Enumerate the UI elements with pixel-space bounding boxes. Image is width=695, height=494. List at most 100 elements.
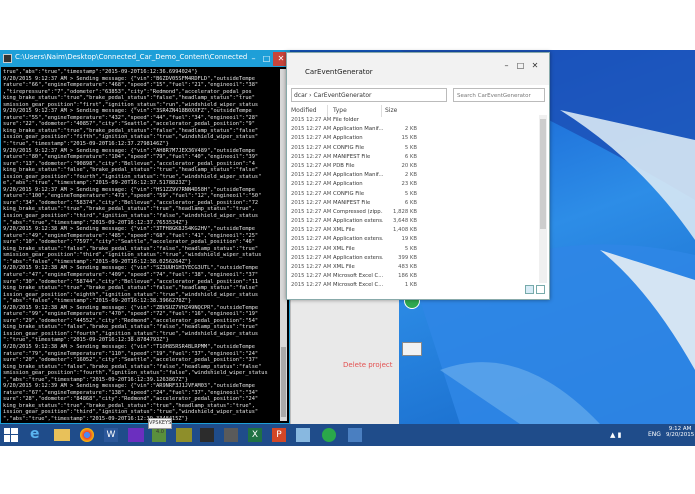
search-input[interactable]: Search CarEventGenerator — [453, 88, 545, 102]
console-scroll-thumb[interactable] — [281, 347, 286, 417]
console-output: true","abs":"true","timestamp":"2015-09-… — [3, 69, 279, 423]
explorer-minimize-icon[interactable]: – — [500, 59, 513, 73]
row-date: 2015 12:27 AM — [291, 190, 331, 197]
file-explorer-window[interactable]: CarEventGenerator – □ ✕ dcar › CarEventG… — [286, 52, 550, 300]
row-date: 2015 12:27 AM — [291, 264, 331, 270]
file-row[interactable]: 2015 12:27 AM Microsoft Excel C... 186 KB — [291, 273, 539, 282]
app-icon[interactable] — [296, 428, 310, 442]
console-line: 9/20/2015 9:12:38 AM > Sending message: … — [3, 343, 255, 350]
row-size: 2 KB — [404, 172, 417, 179]
console-line: sure":"28","odometer":"84868","city":"Re… — [3, 396, 259, 403]
file-row[interactable]: 2015 12:27 AM File folder — [291, 117, 539, 126]
powerpoint-icon[interactable]: P — [272, 428, 286, 442]
console-line: sure":"22","odometer":"40857","city":"Se… — [3, 121, 255, 128]
row-size: 5 KB — [404, 144, 417, 151]
column-header-modified[interactable]: Modified — [291, 107, 317, 114]
row-date: 2015 12:27 AM — [291, 218, 331, 225]
column-header-type[interactable]: Type — [333, 107, 347, 114]
clock[interactable]: 9:12 AM 9/20/2015 — [666, 426, 694, 438]
chrome-icon[interactable] — [80, 428, 94, 442]
file-row[interactable]: 2015 12:27 AM Application extens... 399 KB — [291, 255, 539, 264]
delete-project-link[interactable]: Delete project — [343, 361, 393, 369]
explorer-maximize-icon[interactable]: □ — [514, 59, 527, 73]
file-row[interactable]: 2015 12:27 AM Application 15 KB — [291, 135, 539, 144]
row-date: 2015 12:27 AM — [291, 236, 331, 243]
file-row[interactable]: 2015 12:27 AM PDB File 20 KB — [291, 163, 539, 172]
file-row[interactable]: 2015 12:27 AM MANIFEST File 6 KB — [291, 154, 539, 163]
file-row[interactable]: 2015 12:27 AM XML File 1,408 KB — [291, 227, 539, 236]
explorer-scrollbar[interactable] — [539, 115, 547, 283]
row-type: Application extens... — [333, 218, 383, 225]
app-icon[interactable] — [176, 428, 192, 442]
row-size: 6 KB — [404, 199, 417, 206]
console-line: ission_gear_position":"third","ignition_… — [3, 213, 259, 220]
file-explorer-icon[interactable] — [54, 429, 70, 441]
minimize-icon[interactable]: – — [247, 52, 260, 66]
row-type: Application extens... — [333, 254, 383, 261]
row-size: 6 KB — [404, 153, 417, 160]
row-date: 2015 12:27 AM — [291, 208, 331, 215]
console-line: rature":"80","engineTemperature":"104","… — [3, 154, 259, 161]
row-type: PDB File — [333, 162, 355, 169]
file-row[interactable]: 2015 12:27 AM XML File 5 KB — [291, 246, 539, 255]
row-date: 2015 12:27 AM — [291, 144, 331, 151]
row-size: 2 KB — [404, 126, 417, 133]
visual-studio-icon[interactable] — [128, 428, 144, 442]
row-date: 2015 12:27 AM — [291, 181, 331, 188]
row-size: 1,828 KB — [393, 208, 417, 215]
file-row[interactable]: 2015 12:27 AM Application Manif... 2 KB — [291, 172, 539, 181]
file-row[interactable]: 2015 12:27 AM XML File 483 KB — [291, 264, 539, 273]
language-indicator[interactable]: ENG — [648, 431, 661, 438]
column-divider[interactable] — [381, 105, 382, 117]
row-size: 186 KB — [398, 273, 417, 280]
console-window[interactable]: C:\Users\Naim\Desktop\Connected_Car_Demo… — [0, 50, 290, 424]
app-icon[interactable] — [322, 428, 336, 442]
file-row[interactable]: 2015 12:27 AM Compressed (zipp... 1,828 KB — [291, 209, 539, 218]
row-type: CONFIG File — [333, 144, 365, 151]
console-titlebar[interactable]: C:\Users\Naim\Desktop\Connected_Car_Demo… — [1, 51, 289, 67]
row-type: Compressed (zipp... — [333, 208, 383, 215]
internet-explorer-icon[interactable]: e — [30, 426, 48, 444]
explorer-titlebar[interactable]: CarEventGenerator – □ ✕ — [287, 53, 549, 85]
row-size: 1,408 KB — [393, 227, 417, 234]
file-row[interactable]: 2015 12:27 AM Application 23 KB — [291, 181, 539, 190]
row-date: 2015 12:27 AM — [291, 153, 331, 160]
maximize-icon[interactable]: □ — [260, 52, 273, 66]
file-row[interactable]: 2015 12:27 AM CONFIG File 5 KB — [291, 145, 539, 154]
file-row[interactable]: 2015 12:27 AM Microsoft Excel C... 1 KB — [291, 282, 539, 291]
explorer-scroll-thumb[interactable] — [540, 119, 546, 229]
console-title: C:\Users\Naim\Desktop\Connected_Car_Demo… — [15, 53, 247, 61]
row-type: XML File — [333, 227, 355, 234]
details-view-icon[interactable] — [525, 285, 534, 294]
taskbar-tooltip: VPSKEYS 4.0 — [148, 418, 172, 435]
console-line: sure":"20","odometer":"16052","city":"Se… — [3, 357, 259, 364]
row-date: 2015 12:27 AM — [291, 162, 331, 169]
row-type: Application — [333, 135, 363, 142]
row-type: Application — [333, 181, 363, 188]
console-line: king_brake_status":"true","brake_pedal_s… — [3, 95, 255, 102]
app-icon[interactable] — [348, 428, 362, 442]
file-row[interactable]: 2015 12:27 AM Application extens... 19 KB — [291, 236, 539, 245]
console-line: king_brake_status":"false","brake_pedal_… — [3, 324, 259, 331]
row-type: MANIFEST File — [333, 153, 371, 160]
bottom-margin — [0, 446, 695, 494]
file-row[interactable]: 2015 12:27 AM MANIFEST File 6 KB — [291, 200, 539, 209]
column-header-size[interactable]: Size — [385, 107, 397, 114]
windows-start-icon[interactable] — [4, 428, 18, 442]
app-icon[interactable] — [224, 428, 238, 442]
file-row[interactable]: 2015 12:27 AM Application extens... 3,648 … — [291, 218, 539, 227]
desktop-file-icon[interactable] — [402, 342, 422, 356]
file-row[interactable]: 2015 12:27 AM CONFIG File 5 KB — [291, 191, 539, 200]
row-date: 2015 12:27 AM — [291, 282, 331, 289]
word-icon[interactable]: W — [104, 428, 118, 442]
column-divider[interactable] — [327, 105, 328, 117]
address-bar[interactable]: dcar › CarEventGenerator — [291, 88, 447, 102]
console-taskbar-icon[interactable] — [200, 428, 214, 442]
file-row[interactable]: 2015 12:27 AM Application Manif... 2 KB — [291, 126, 539, 135]
tray-icons[interactable]: ▲ ▮ — [610, 431, 621, 439]
background-window[interactable]: Delete project — [290, 290, 399, 424]
large-icons-view-icon[interactable] — [536, 285, 545, 294]
explorer-close-icon[interactable]: ✕ — [528, 59, 542, 73]
excel-icon[interactable]: X — [248, 428, 262, 442]
clock-date: 9/20/2015 — [666, 432, 695, 438]
